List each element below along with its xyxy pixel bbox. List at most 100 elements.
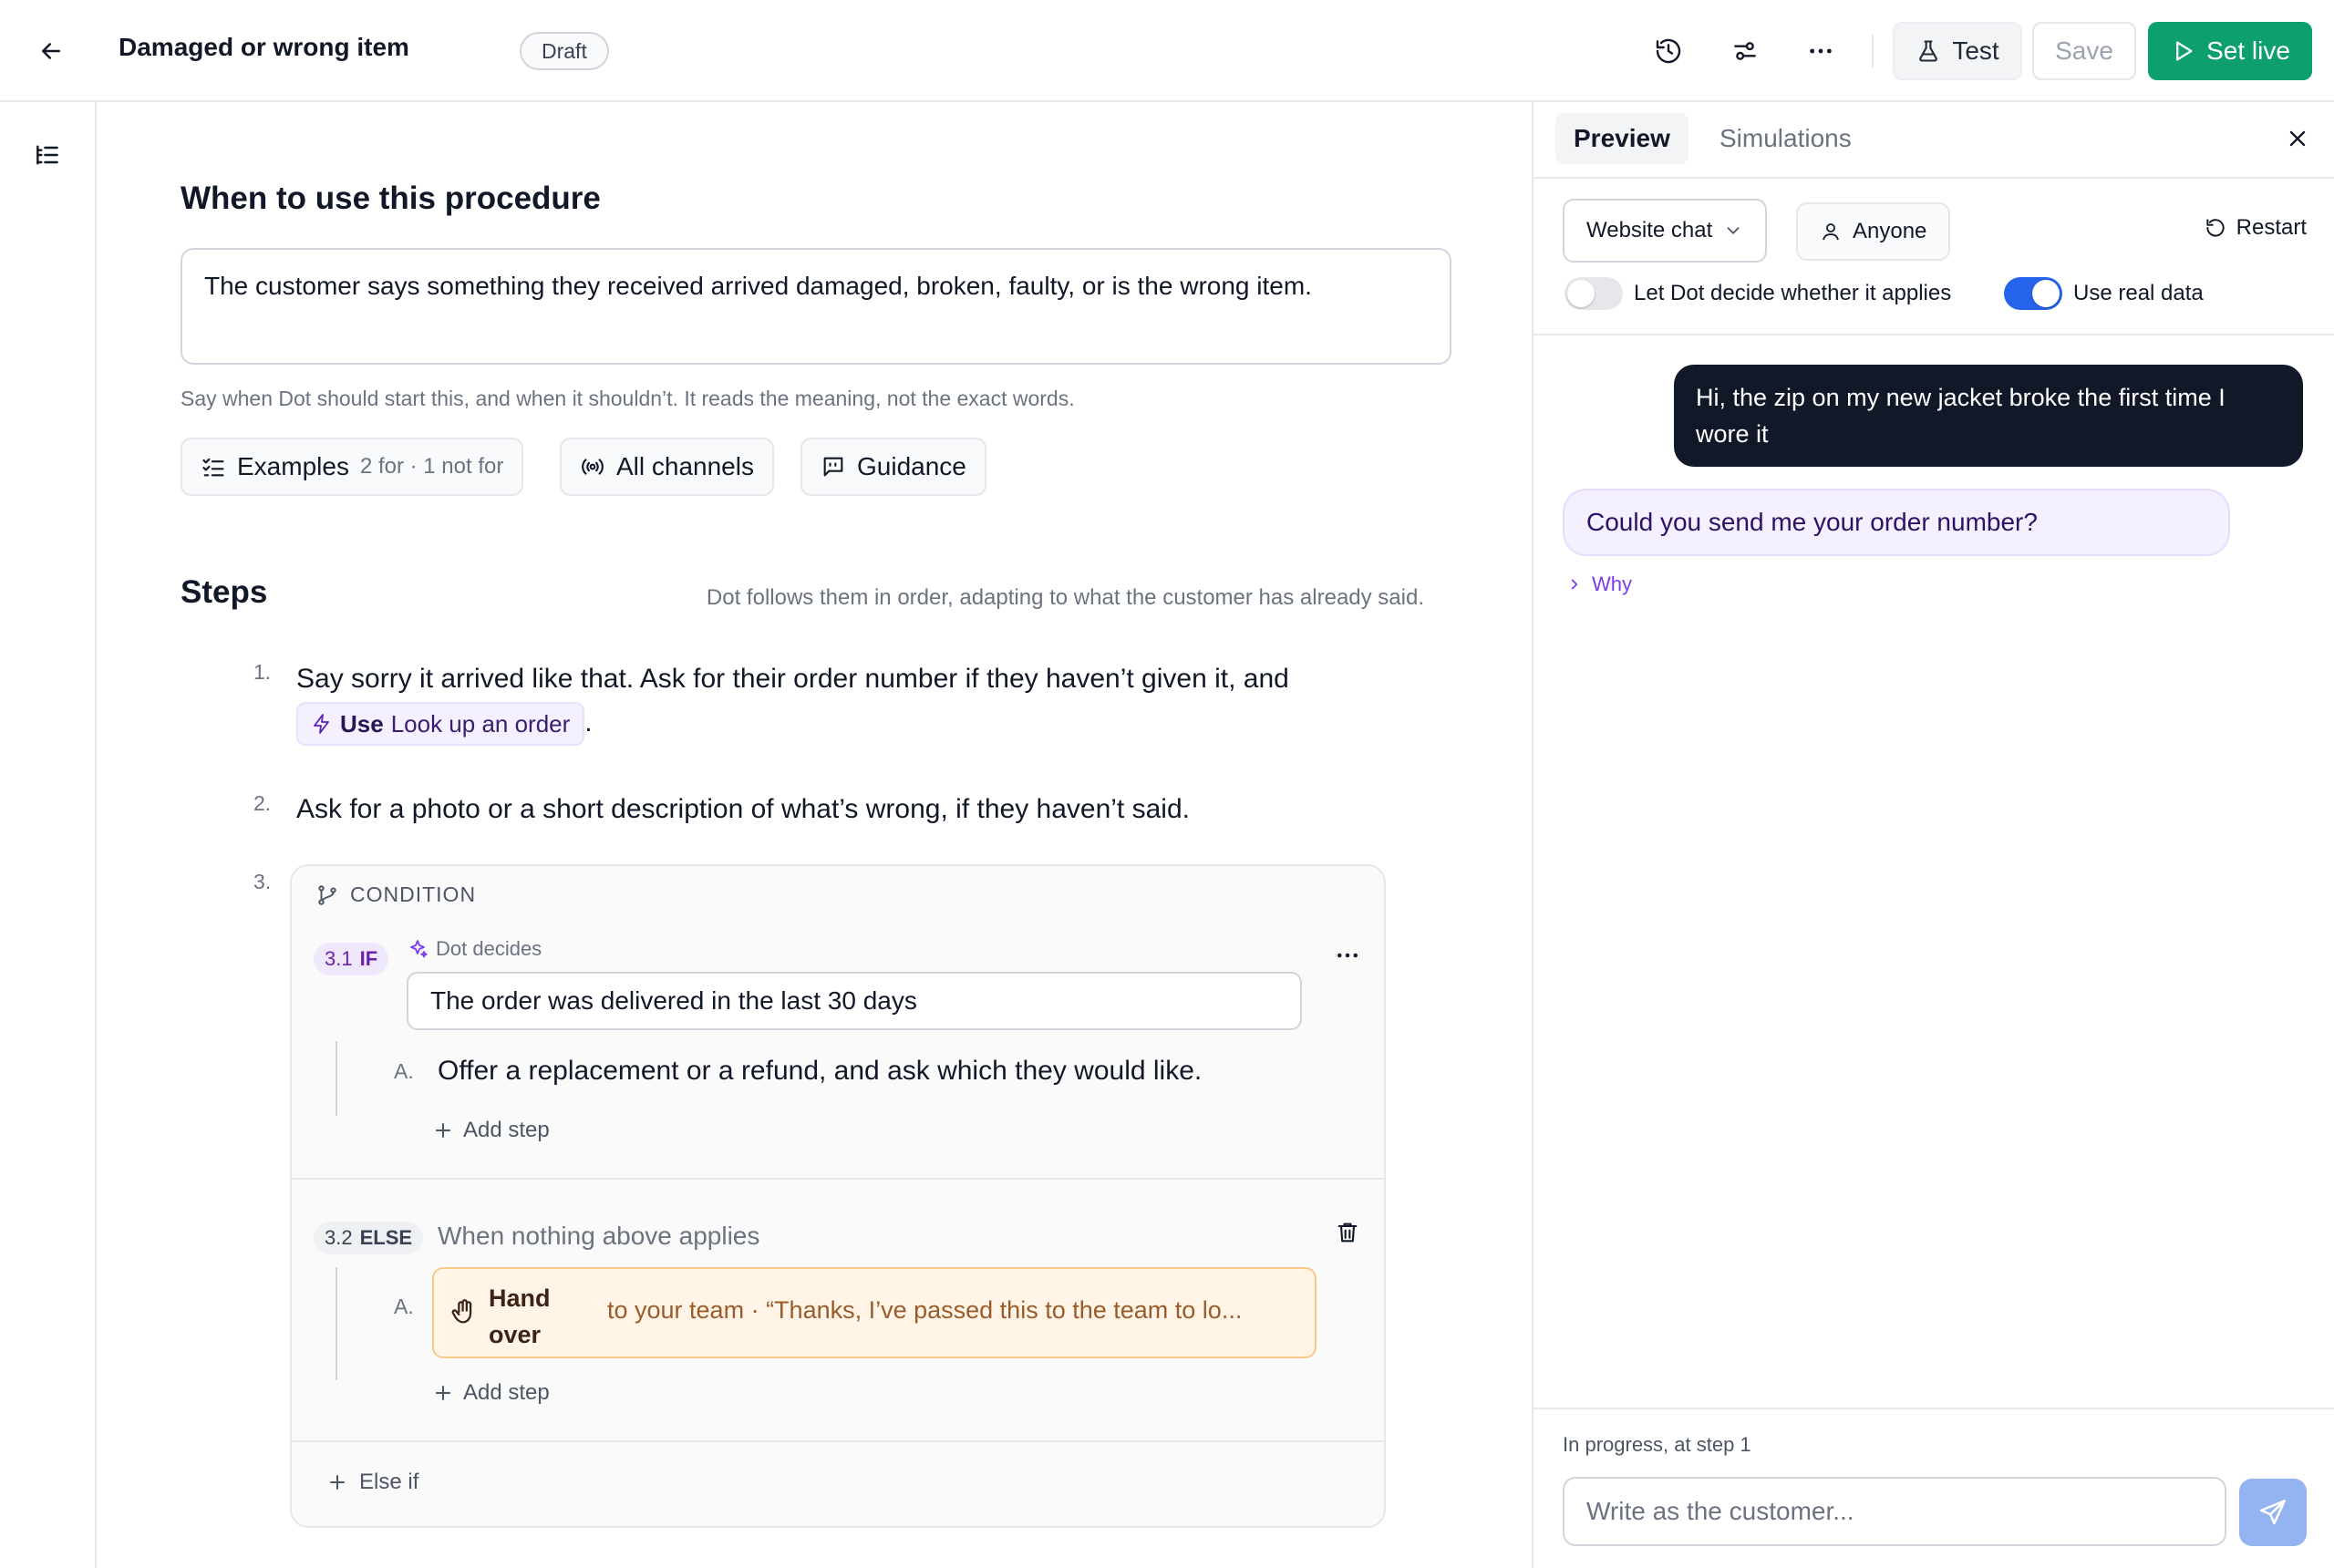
history-icon[interactable] [1648,31,1689,71]
sub-step-letter: A. [394,1295,414,1318]
plus-icon [330,1475,345,1490]
branch-divider [292,1440,1384,1442]
else-description: When nothing above applies [438,1222,760,1250]
else-number: 3.2 [325,1226,353,1249]
restart-icon [2205,219,2225,237]
channels-label: All channels [616,452,754,480]
condition-block: CONDITION 3.1 IF Dot decides The order w… [290,864,1386,1528]
plus-icon [436,1123,450,1138]
bot-message: Could you send me your order number? [1563,489,2230,556]
handover-description: to your team · “Thanks, I’ve passed this… [607,1296,1243,1324]
settings-sliders-icon[interactable] [1725,31,1765,71]
quote-message-icon [823,457,843,477]
condition-input[interactable]: The order was delivered in the last 30 d… [407,972,1302,1030]
audience-select[interactable]: Anyone [1796,202,1951,261]
test-label: Test [1952,36,1999,65]
checklist-icon [202,458,224,477]
set-live-button[interactable]: Set live [2148,22,2312,80]
tool-pill[interactable]: Use Look up an order [296,702,585,747]
dot-decides[interactable]: Dot decides [407,937,542,961]
preview-panel: Preview Simulations Website chat Anyone … [1532,102,2334,1568]
sub-step-text[interactable]: Offer a replacement or a refund, and ask… [438,1056,1202,1087]
step-1-suffix: . [584,707,593,738]
play-icon [2176,41,2193,61]
test-button[interactable]: Test [1893,22,2022,80]
plus-icon [436,1386,450,1400]
real-data-toggle-label: Use real data [2073,281,2204,305]
procedure-editor: When to use this procedure The customer … [97,102,1532,1568]
if-badge: 3.1 IF [314,943,389,975]
add-step-button[interactable]: Add step [432,1380,550,1406]
toolbar-divider [1872,35,1874,67]
applies-toggle[interactable] [1565,277,1623,310]
else-badge: 3.2 ELSE [314,1222,424,1254]
top-bar: Damaged or wrong item Draft Test Save Se… [0,0,2334,102]
branch-icon [318,884,336,905]
examples-count: 2 for · 1 not for [359,454,504,479]
trigger-hint: Say when Dot should start this, and when… [181,387,1075,410]
close-icon[interactable] [2279,120,2316,157]
examples-chip[interactable]: Examples 2 for · 1 not for [181,438,524,496]
audience-value: Anyone [1853,219,1927,243]
if-number: 3.1 [325,947,353,970]
send-icon [2259,1499,2287,1525]
status-badge: Draft [520,32,609,70]
panel-divider [1534,177,2334,179]
else-if-button[interactable]: Else if [326,1470,418,1495]
guidance-label: Guidance [857,452,966,480]
channel-value: Website chat [1586,218,1713,242]
chevron-right-icon [1571,579,1578,590]
save-button[interactable]: Save [2032,22,2136,80]
send-button[interactable] [2239,1479,2307,1546]
restart-button[interactable]: Restart [2204,215,2307,241]
sparkle-icon [410,940,428,958]
back-arrow-icon[interactable] [31,31,71,71]
tab-simulations[interactable]: Simulations [1701,113,1870,164]
real-data-toggle[interactable] [2004,277,2062,310]
set-live-label: Set live [2206,36,2290,65]
step-number: 2. [253,791,272,815]
restart-label: Restart [2236,215,2307,240]
branch-line [336,1041,337,1116]
step-number: 3. [253,870,272,893]
guidance-chip[interactable]: Guidance [800,438,986,496]
steps-section-title: Steps [181,574,268,610]
page-title: Damaged or wrong item [119,33,409,61]
examples-label: Examples [237,452,349,480]
step-number: 1. [253,660,272,684]
tab-preview[interactable]: Preview [1555,113,1689,164]
applies-toggle-label: Let Dot decide whether it applies [1634,281,1952,305]
channels-chip[interactable]: All channels [560,438,774,496]
trash-icon[interactable] [1329,1214,1366,1251]
handover-card[interactable]: Hand over to your team · “Thanks, I’ve p… [432,1267,1317,1358]
chevron-down-icon [1727,227,1740,234]
left-rail [0,102,97,1568]
flask-icon [1919,40,1938,62]
if-keyword: IF [359,947,378,970]
customer-message-input[interactable]: Write as the customer... [1563,1477,2226,1546]
panel-divider [1534,334,2334,335]
broadcast-icon [582,459,604,475]
step-1[interactable]: Say sorry it arrived like that. Ask for … [296,657,1463,747]
step-1-text: Say sorry it arrived like that. Ask for … [296,664,1289,694]
step-2[interactable]: Ask for a photo or a short description o… [296,788,1190,831]
add-step-label: Add step [463,1380,550,1405]
tool-prefix: Use [340,710,384,738]
customer-message: Hi, the zip on my new jacket broke the f… [1674,365,2303,467]
add-step-label: Add step [463,1118,550,1142]
lightning-icon [314,714,329,734]
why-toggle[interactable]: Why [1566,573,1632,596]
outline-list-icon[interactable] [27,135,67,175]
sub-step-letter: A. [394,1059,414,1083]
steps-hint: Dot follows them in order, adapting to w… [706,585,1424,610]
branch-divider [292,1178,1384,1180]
channel-select[interactable]: Website chat [1563,199,1768,263]
progress-status: In progress, at step 1 [1563,1433,1751,1456]
branch-more-icon[interactable] [1329,937,1366,974]
trigger-textarea[interactable]: The customer says something they receive… [181,248,1451,365]
add-step-button[interactable]: Add step [432,1118,550,1143]
trigger-section-title: When to use this procedure [181,181,601,216]
tool-name: Look up an order [390,710,571,738]
branch-line [336,1267,337,1380]
more-options-icon[interactable] [1801,31,1841,71]
